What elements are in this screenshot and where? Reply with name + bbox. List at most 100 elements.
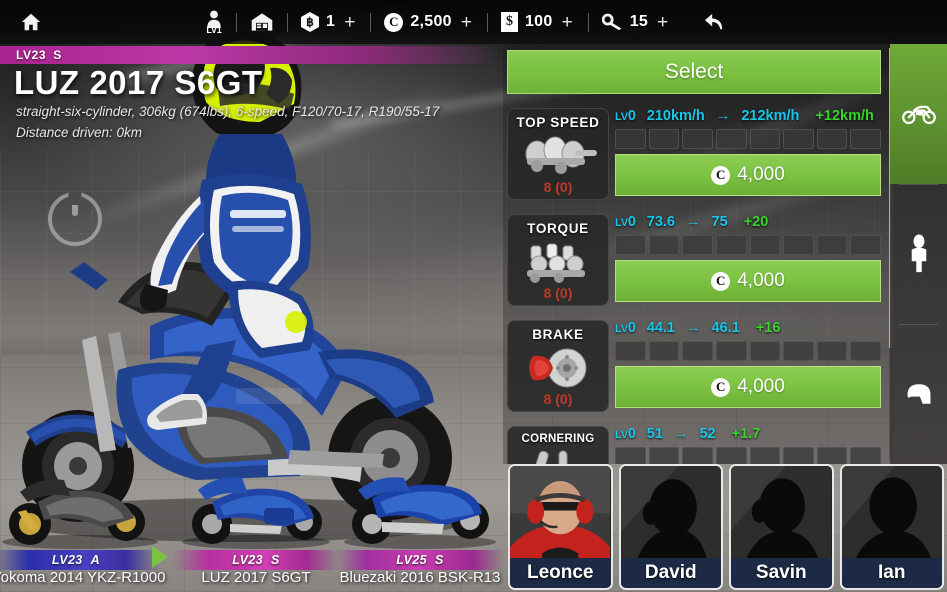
coin-currency-icon: C [711, 271, 731, 291]
upgrade-buy-button[interactable]: C 4,000 [615, 366, 881, 408]
coin-currency-group[interactable]: C 2,500 + [371, 0, 487, 44]
upgrade-slot [615, 341, 646, 361]
home-button[interactable] [0, 11, 62, 33]
upgrade-slot [682, 447, 713, 464]
upgrade-slot [682, 129, 713, 149]
back-arrow-icon [705, 13, 723, 30]
upgrade-slot [850, 341, 881, 361]
upgrade-slot [783, 447, 814, 464]
cash-currency-icon: $ [500, 12, 518, 32]
upgrade-level-prefix: LV0 [615, 214, 636, 230]
upgrade-delta-value: +1.7 [731, 426, 761, 442]
upgrade-arrow-icon: → [715, 108, 731, 124]
carousel-level-text: LV23 S [232, 553, 280, 567]
player-level-group[interactable]: LV1 [192, 0, 236, 44]
rider-name: David [620, 558, 721, 588]
garage-icon [251, 13, 273, 31]
upgrade-count: 8 (0) [543, 179, 573, 195]
upgrade-slots [615, 129, 881, 149]
coin-add-button[interactable]: + [459, 13, 474, 32]
bike-thumbnail [2, 479, 158, 549]
upgrade-slot [615, 129, 646, 149]
bike-level-text: LV23 S [16, 48, 62, 62]
avatar[interactable]: LV1 [205, 9, 223, 35]
game-screen: LV1 ฿ 1 + C 2,500 + $ 100 + 15 + LV23 S … [0, 0, 947, 592]
upgrade-slot [749, 447, 781, 464]
carousel-item[interactable]: LV23 A Yokoma 2014 YKZ-R1000 [0, 462, 166, 592]
key-currency-value: 15 [629, 13, 649, 30]
rider-figure-icon [911, 234, 926, 273]
bolt-currency-group[interactable]: ฿ 1 + [288, 0, 370, 44]
cash-currency-group[interactable]: $ 100 + [488, 0, 588, 44]
coin-currency-icon: C [711, 377, 731, 397]
coin-currency-icon: C [384, 12, 404, 32]
upgrade-buy-button[interactable]: C 4,000 [615, 260, 881, 302]
upgrade-delta-value: +20 [743, 214, 769, 230]
bike-info-overlay: LV23 S LUZ 2017 S6GT straight-six-cylinde… [0, 46, 520, 143]
coin-currency-value: 2,500 [410, 13, 452, 30]
bolt-add-button[interactable]: + [342, 13, 357, 32]
carousel-item[interactable]: LV23 S LUZ 2017 S6GT [172, 462, 340, 592]
rider-card[interactable]: Ian [839, 464, 944, 590]
upgrade-current-value: 51 [646, 426, 663, 442]
upgrade-slot [715, 235, 747, 255]
upgrade-slot [749, 129, 781, 149]
upgrade-next-value: 75 [711, 214, 728, 230]
upgrade-slots [615, 235, 881, 255]
key-add-button[interactable]: + [655, 13, 670, 32]
upgrade-stats: LV0 51 → 52 +1.7 [615, 426, 881, 442]
upgrade-slot [816, 235, 848, 255]
carousel-level-text: LV23 A [51, 553, 101, 567]
bike-carousel: LV23 A Yokoma 2014 YKZ-R1000 LV23 S LUZ 20… [0, 462, 505, 592]
upgrade-slot [783, 341, 814, 361]
rider-card-selected[interactable]: Leonce [508, 464, 613, 590]
home-icon [21, 13, 41, 31]
upgrade-buy-button[interactable]: C 4,000 [615, 154, 881, 196]
carousel-bike-name: Yokoma 2014 YKZ-R1000 [0, 569, 166, 586]
upgrade-icon-box[interactable]: TOP SPEED 8 (0) [507, 108, 609, 200]
upgrade-price: 4,000 [737, 270, 785, 291]
upgrade-slot [682, 235, 713, 255]
cash-add-button[interactable]: + [560, 13, 575, 32]
rider-card[interactable]: David [618, 464, 723, 590]
garage-button[interactable] [237, 0, 287, 44]
bike-level-badge: LV23 S [0, 46, 500, 64]
back-button[interactable] [683, 0, 738, 44]
upgrade-icon-box[interactable]: BRAKE 8 (0) [507, 320, 609, 412]
motorcycle-icon [901, 105, 936, 125]
rider-tab[interactable] [890, 184, 947, 324]
upgrade-panel: Select TOP SPEED 8 (0) LV0 210km/h → 212… [503, 44, 890, 464]
upgrade-name: TOP SPEED [516, 115, 600, 130]
upgrade-slot [615, 235, 646, 255]
upgrade-count: 8 (0) [543, 285, 573, 301]
coin-currency-icon: C [711, 165, 731, 185]
brake-disc-icon [515, 344, 601, 390]
suspension-icon [515, 447, 601, 464]
carousel-bike-name: Bluezaki 2016 BSK-R13 [339, 569, 501, 586]
carousel-item[interactable]: LV25 S Bluezaki 2016 BSK-R13 [336, 462, 504, 592]
motorcycle-tab[interactable] [890, 44, 947, 184]
upgrade-stats: LV0 73.6 → 75 +20 [615, 214, 881, 230]
upgrade-slot [816, 341, 848, 361]
select-button[interactable]: Select [507, 50, 881, 94]
upgrade-slot [715, 129, 747, 149]
upgrade-level-prefix: LV0 [615, 320, 636, 336]
rider-name: Ian [841, 558, 942, 588]
key-icon [601, 13, 622, 31]
helmet-tab[interactable] [890, 324, 947, 464]
upgrade-slot [816, 129, 848, 149]
upgrade-arrow-icon: → [673, 426, 689, 442]
upgrade-slots [615, 341, 881, 361]
bolt-currency-value: 1 [326, 13, 336, 30]
bike-distance-line: Distance driven: 0km [16, 125, 143, 141]
bolt-currency-icon: ฿ [301, 12, 319, 32]
category-tab-rail [890, 44, 947, 464]
upgrade-icon-box[interactable]: TORQUE 8 (0) [507, 214, 609, 306]
carousel-level-bar: LV25 S [336, 550, 504, 570]
key-currency-group[interactable]: 15 + [589, 0, 684, 44]
upgrade-icon-box[interactable]: CORNERING [507, 426, 609, 464]
helmet-icon [907, 384, 930, 404]
rider-card[interactable]: Savin [729, 464, 834, 590]
upgrade-slot [850, 447, 881, 464]
upgrade-slot [715, 447, 747, 464]
